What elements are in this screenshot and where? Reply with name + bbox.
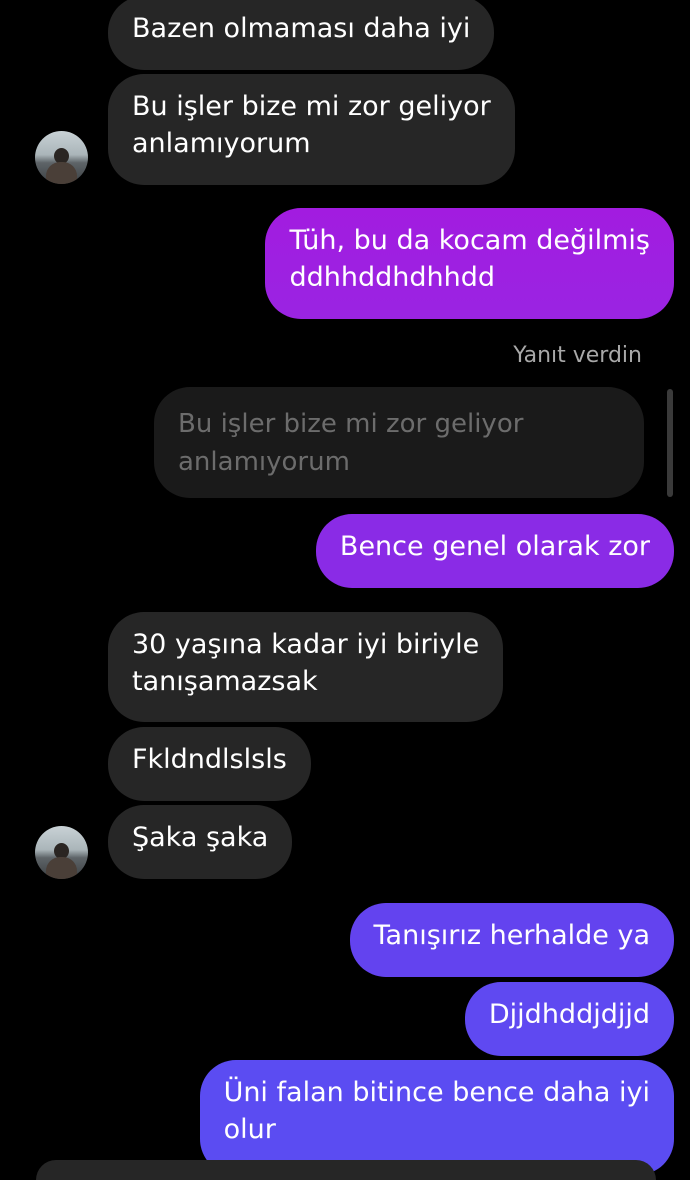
incoming-message[interactable]: Fkldndlslsls <box>108 727 311 801</box>
contact-avatar[interactable] <box>35 131 88 184</box>
incoming-message[interactable]: 30 yaşına kadar iyi biriyle tanışamazsak <box>108 612 504 722</box>
quote-indicator-bar <box>667 389 673 497</box>
replied-label: Yanıt verdin <box>513 343 642 368</box>
outgoing-message[interactable]: Djjdhddjdjjd <box>464 982 674 1056</box>
outgoing-reply-message[interactable]: Bence genel olarak zor <box>315 514 674 588</box>
outgoing-message[interactable]: Tanışırız herhalde ya <box>349 903 674 977</box>
quoted-reply-message[interactable]: Bu işler bize mi zor geliyor anlamıyorum <box>154 387 644 498</box>
incoming-message[interactable]: Bazen olmaması daha iyi <box>108 0 495 70</box>
outgoing-message[interactable]: Üni falan bitince bence daha iyi olur <box>199 1060 674 1175</box>
next-message-edge <box>36 1160 656 1180</box>
outgoing-message[interactable]: Tüh, bu da kocam değilmiş ddhhddhdhhdd <box>265 208 674 319</box>
incoming-message[interactable]: Bu işler bize mi zor geliyor anlamıyorum <box>108 74 515 185</box>
incoming-message[interactable]: Şaka şaka <box>108 805 293 879</box>
contact-avatar[interactable] <box>35 826 88 879</box>
